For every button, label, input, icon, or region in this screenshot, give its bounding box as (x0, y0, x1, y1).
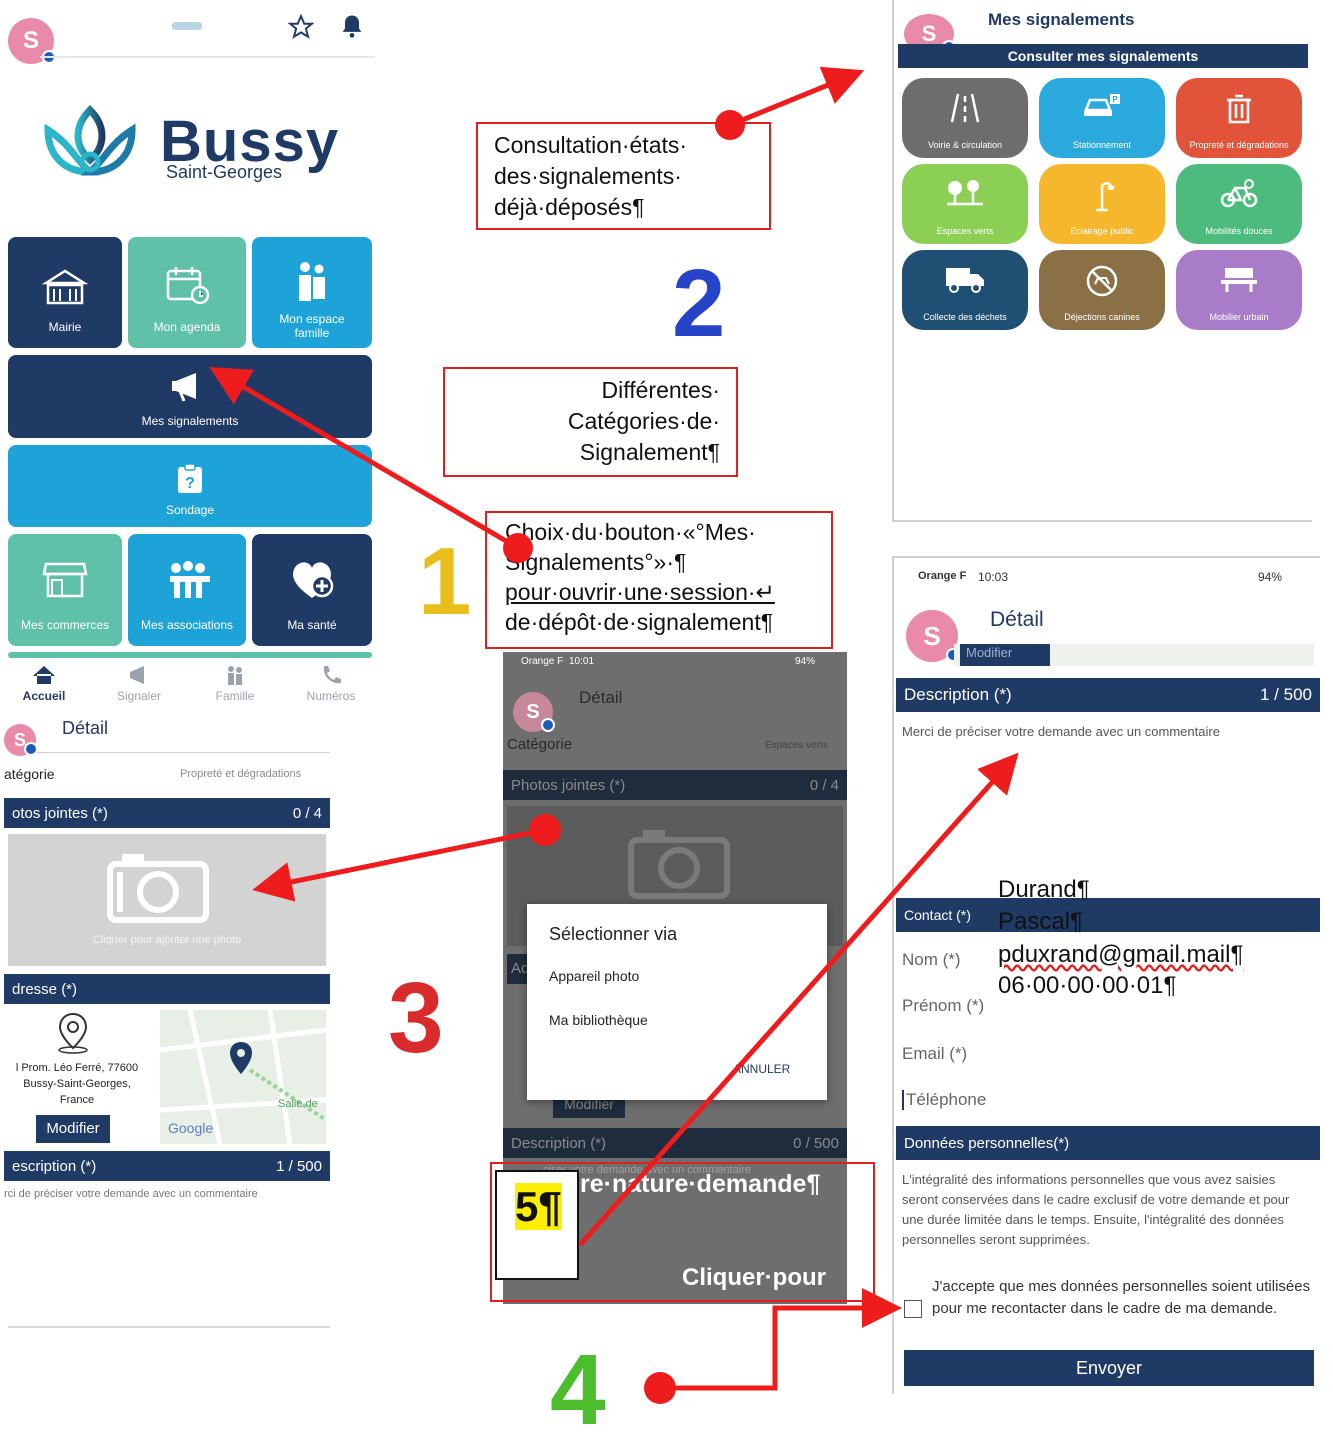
arrow-to-mes-signalements-tile (209, 366, 520, 551)
arrow-to-mes-signalements-screen (729, 66, 865, 128)
arrow-dot (715, 110, 745, 140)
arrow-dot (503, 533, 533, 563)
arrow-to-description (578, 752, 1019, 1247)
arrow-dot (529, 814, 561, 846)
annotation-arrows (209, 66, 1019, 1404)
arrow-to-consent-checkbox (660, 1288, 902, 1391)
arrow-to-photo-area (252, 827, 546, 902)
